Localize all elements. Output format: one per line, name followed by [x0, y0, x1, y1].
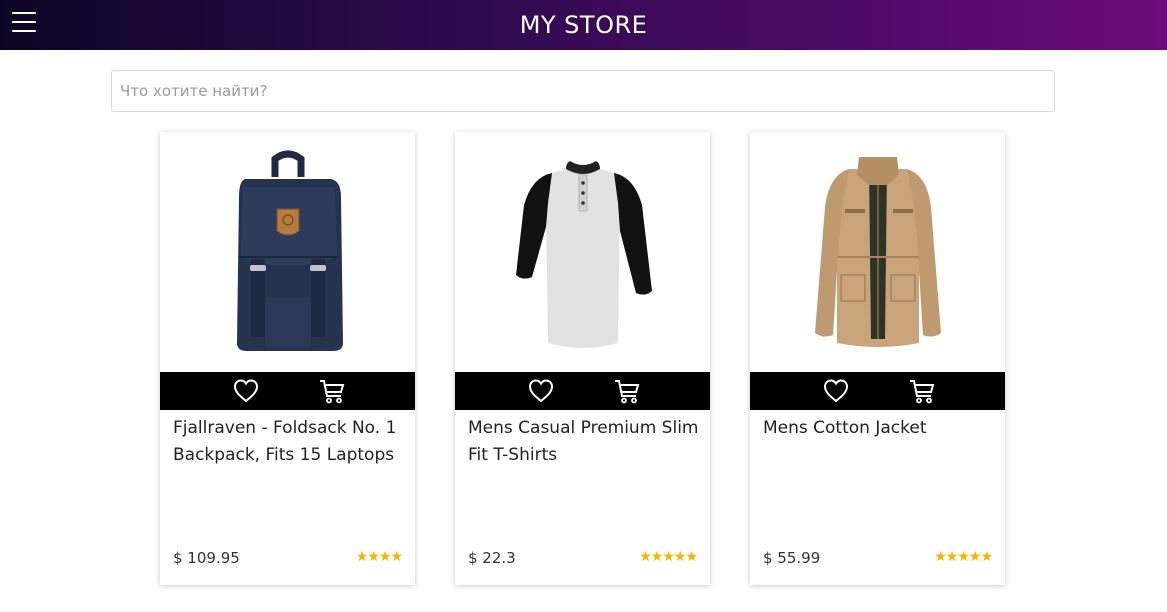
heart-icon[interactable] — [232, 377, 260, 405]
shopping-cart-icon[interactable] — [908, 377, 936, 405]
product-image[interactable] — [750, 132, 1005, 372]
top-header: MY STORE — [0, 0, 1167, 50]
shopping-cart-icon[interactable] — [613, 377, 641, 405]
product-price: $ 55.99 — [763, 549, 821, 567]
product-title[interactable]: Fjallraven - Foldsack No. 1 Backpack, Fi… — [173, 415, 405, 469]
hamburger-menu-icon[interactable] — [12, 12, 36, 32]
product-title[interactable]: Mens Cotton Jacket — [763, 415, 995, 442]
heart-icon[interactable] — [527, 377, 555, 405]
rating-stars: ★★★★★ — [639, 548, 698, 564]
backpack-image — [236, 150, 343, 351]
product-actions-bar — [750, 372, 1005, 410]
product-image[interactable] — [455, 132, 710, 372]
tshirt-image — [515, 161, 652, 348]
product-card[interactable]: Fjallraven - Foldsack No. 1 Backpack, Fi… — [160, 132, 415, 585]
product-actions-bar — [455, 372, 710, 410]
heart-icon[interactable] — [822, 377, 850, 405]
product-price: $ 22.3 — [468, 549, 516, 567]
store-title: MY STORE — [519, 11, 648, 39]
product-card[interactable]: Mens Casual Premium Slim Fit T-Shirts $ … — [455, 132, 710, 585]
rating-stars: ★★★★ — [355, 548, 403, 564]
jacket-image — [814, 157, 941, 347]
product-card[interactable]: Mens Cotton Jacket $ 55.99 ★★★★★ — [750, 132, 1005, 585]
rating-stars: ★★★★★ — [934, 548, 993, 564]
product-image[interactable] — [160, 132, 415, 372]
product-actions-bar — [160, 372, 415, 410]
product-price: $ 109.95 — [173, 549, 240, 567]
shopping-cart-icon[interactable] — [318, 377, 346, 405]
search-input[interactable] — [111, 70, 1055, 112]
product-title[interactable]: Mens Casual Premium Slim Fit T-Shirts — [468, 415, 700, 469]
